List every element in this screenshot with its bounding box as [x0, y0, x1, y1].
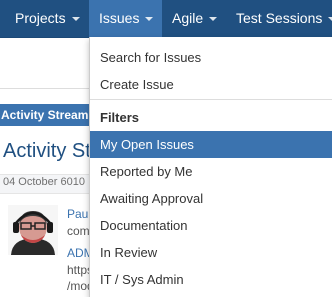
- nav-test-sessions-menu[interactable]: Test Sessions: [228, 0, 332, 37]
- menu-item-it-sys-admin[interactable]: IT / Sys Admin: [90, 266, 332, 293]
- menu-item-awaiting-approval[interactable]: Awaiting Approval: [90, 185, 332, 212]
- chevron-down-icon: [145, 17, 154, 22]
- menu-item-reported-by-me[interactable]: Reported by Me: [90, 158, 332, 185]
- user-avatar-image: [8, 205, 58, 255]
- date-bar: 04 October 6010: [0, 174, 89, 194]
- nav-issues-menu[interactable]: Issues: [89, 0, 162, 37]
- menu-item-my-open-issues[interactable]: My Open Issues: [90, 131, 332, 158]
- filters-heading: Filters: [100, 110, 140, 125]
- activity-text: com: [67, 224, 90, 238]
- nav-issues-label: Issues: [99, 10, 140, 26]
- menu-divider: [90, 99, 332, 100]
- nav-projects-label: Projects: [15, 10, 66, 26]
- nav-agile-label: Agile: [172, 10, 204, 26]
- chevron-down-icon: [209, 17, 218, 22]
- activity-date: 04 October 6010: [3, 176, 85, 188]
- nav-projects-menu[interactable]: Projects: [0, 0, 86, 37]
- avatar[interactable]: [8, 205, 58, 255]
- menu-item-documentation[interactable]: Documentation: [90, 212, 332, 239]
- menu-item-search-for-issues[interactable]: Search for Issues: [90, 44, 332, 71]
- activity-author-link[interactable]: Paul: [67, 207, 91, 221]
- issues-dropdown-menu: Search for Issues Create Issue Filters M…: [89, 37, 332, 297]
- nav-test-sessions-label: Test Sessions: [236, 10, 323, 26]
- chevron-down-icon: [328, 17, 332, 22]
- activity-stream-tab-label: Activity Stream: [1, 108, 89, 122]
- chevron-down-icon: [71, 17, 80, 22]
- top-navigation-bar: Projects Issues Agile Test Sessions: [0, 0, 332, 38]
- menu-item-in-review[interactable]: In Review: [90, 239, 332, 266]
- activity-stream-tab[interactable]: Activity Stream: [0, 104, 89, 126]
- nav-agile-menu[interactable]: Agile: [162, 0, 228, 37]
- menu-item-create-issue[interactable]: Create Issue: [90, 71, 332, 98]
- divider: [0, 88, 89, 89]
